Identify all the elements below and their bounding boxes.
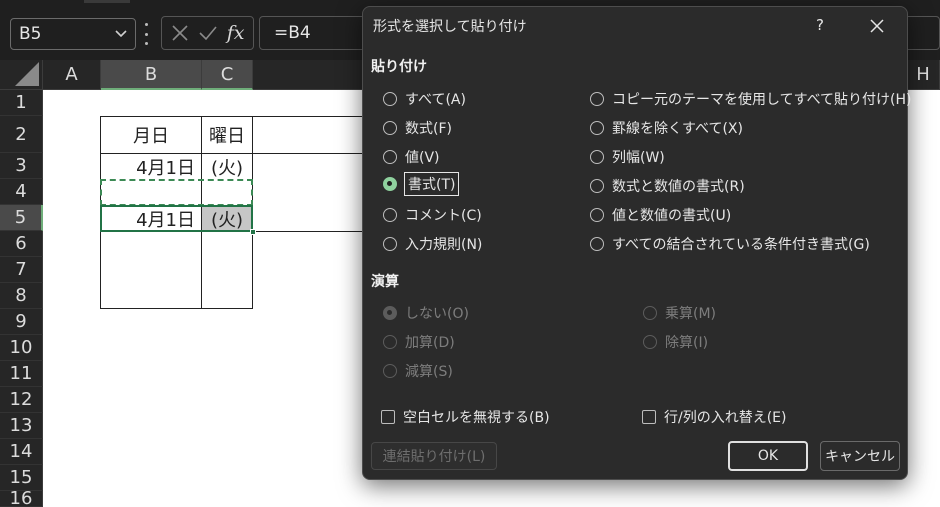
radio-paste-column-widths[interactable]: 列幅(W) bbox=[590, 147, 665, 167]
radio-paste-formats[interactable]: 書式(T) bbox=[383, 172, 460, 196]
radio-icon bbox=[590, 179, 604, 193]
cell-c2[interactable]: 曜日 bbox=[202, 117, 252, 153]
radio-paste-no-borders[interactable]: 罫線を除くすべて(X) bbox=[590, 118, 743, 138]
row-header-2[interactable]: 2 bbox=[0, 116, 43, 153]
cancel-icon[interactable] bbox=[171, 24, 189, 42]
radio-op-add[interactable]: 加算(D) bbox=[383, 332, 455, 352]
paste-special-dialog: 形式を選択して貼り付け ? 貼り付け すべて(A) 数式(F) 値(V) 書式(… bbox=[362, 6, 912, 480]
checkbox-skip-blanks[interactable]: 空白セルを無視する(B) bbox=[381, 407, 550, 427]
radio-paste-merged-conditional[interactable]: すべての結合されている条件付き書式(G) bbox=[590, 234, 870, 254]
radio-icon bbox=[590, 92, 604, 106]
dialog-title: 形式を選択して貼り付け bbox=[373, 19, 527, 35]
radio-icon bbox=[590, 121, 604, 135]
row-header-14[interactable]: 14 bbox=[0, 439, 43, 465]
select-all-triangle-icon bbox=[15, 62, 39, 86]
paste-link-button[interactable]: 連結貼り付け(L) bbox=[371, 442, 497, 470]
name-box[interactable]: B5 bbox=[10, 18, 136, 50]
column-header-d[interactable] bbox=[253, 60, 363, 90]
row-header-16[interactable]: 16 bbox=[0, 488, 43, 507]
row-header-12[interactable]: 12 bbox=[0, 387, 43, 413]
column-header-h[interactable]: H bbox=[907, 60, 940, 90]
copy-marquee bbox=[100, 179, 253, 206]
ok-button[interactable]: OK bbox=[728, 441, 808, 471]
row-header-3[interactable]: 3 bbox=[0, 153, 43, 179]
radio-icon bbox=[383, 364, 397, 378]
row-header-7[interactable]: 7 bbox=[0, 257, 43, 283]
operation-section-title: 演算 bbox=[371, 274, 399, 290]
radio-icon bbox=[590, 208, 604, 222]
row-header-10[interactable]: 10 bbox=[0, 335, 43, 361]
radio-icon bbox=[590, 150, 604, 164]
cell-b2[interactable]: 月日 bbox=[101, 117, 201, 153]
row-header-8[interactable]: 8 bbox=[0, 283, 43, 309]
radio-icon bbox=[643, 335, 657, 349]
ribbon-tab-strip bbox=[84, 0, 130, 3]
radio-paste-formulas-number-formats[interactable]: 数式と数値の書式(R) bbox=[590, 176, 745, 196]
radio-icon bbox=[383, 121, 397, 135]
radio-paste-validation[interactable]: 入力規則(N) bbox=[383, 234, 482, 254]
radio-icon bbox=[643, 306, 657, 320]
checkbox-icon bbox=[642, 410, 656, 424]
radio-op-subtract[interactable]: 減算(S) bbox=[383, 361, 453, 381]
cancel-button[interactable]: キャンセル bbox=[820, 441, 900, 471]
select-all-button[interactable] bbox=[0, 60, 43, 90]
radio-icon bbox=[383, 150, 397, 164]
row-header-1[interactable]: 1 bbox=[0, 90, 43, 116]
radio-paste-values-number-formats[interactable]: 値と数値の書式(U) bbox=[590, 205, 731, 225]
radio-op-none[interactable]: しない(O) bbox=[383, 303, 469, 323]
chevron-down-icon[interactable] bbox=[113, 25, 129, 41]
column-header-b[interactable]: B bbox=[101, 60, 202, 90]
cell-b3[interactable]: 4月1日 bbox=[101, 154, 201, 179]
radio-checked-icon bbox=[383, 177, 397, 191]
row-header-4[interactable]: 4 bbox=[0, 179, 43, 205]
row-header-5[interactable]: 5 bbox=[0, 205, 43, 231]
radio-checked-icon bbox=[383, 306, 397, 320]
radio-icon bbox=[590, 237, 604, 251]
table-border-bottom bbox=[100, 308, 253, 309]
checkbox-transpose[interactable]: 行/列の入れ替え(E) bbox=[642, 407, 787, 427]
checkbox-icon bbox=[381, 410, 395, 424]
close-icon[interactable] bbox=[866, 15, 888, 37]
radio-paste-source-theme[interactable]: コピー元のテーマを使用してすべて貼り付け(H) bbox=[590, 89, 912, 109]
radio-icon bbox=[383, 208, 397, 222]
radio-icon bbox=[383, 335, 397, 349]
row-header-11[interactable]: 11 bbox=[0, 361, 43, 387]
active-selection[interactable] bbox=[100, 205, 253, 232]
formula-bar-buttons: fx bbox=[161, 16, 254, 50]
radio-op-multiply[interactable]: 乗算(M) bbox=[643, 303, 716, 323]
name-box-value: B5 bbox=[19, 24, 42, 44]
radio-icon bbox=[383, 237, 397, 251]
column-header-a[interactable]: A bbox=[43, 60, 101, 90]
fill-handle[interactable] bbox=[250, 229, 256, 235]
insert-function-icon[interactable]: fx bbox=[227, 22, 245, 44]
radio-op-divide[interactable]: 除算(I) bbox=[643, 332, 708, 352]
radio-icon bbox=[383, 92, 397, 106]
row-header-13[interactable]: 13 bbox=[0, 413, 43, 439]
row-header-6[interactable]: 6 bbox=[0, 231, 43, 257]
radio-paste-all[interactable]: すべて(A) bbox=[383, 89, 466, 109]
column-header-c[interactable]: C bbox=[202, 60, 253, 90]
cell-c3[interactable]: (火) bbox=[202, 154, 252, 179]
formula-bar-grip-icon[interactable] bbox=[145, 23, 149, 45]
check-icon[interactable] bbox=[198, 24, 218, 42]
radio-paste-values[interactable]: 値(V) bbox=[383, 147, 440, 167]
row-header-9[interactable]: 9 bbox=[0, 309, 43, 335]
help-button[interactable]: ? bbox=[816, 16, 824, 34]
radio-paste-formulas[interactable]: 数式(F) bbox=[383, 118, 452, 138]
radio-paste-comments[interactable]: コメント(C) bbox=[383, 205, 482, 225]
paste-section-title: 貼り付け bbox=[371, 59, 427, 75]
